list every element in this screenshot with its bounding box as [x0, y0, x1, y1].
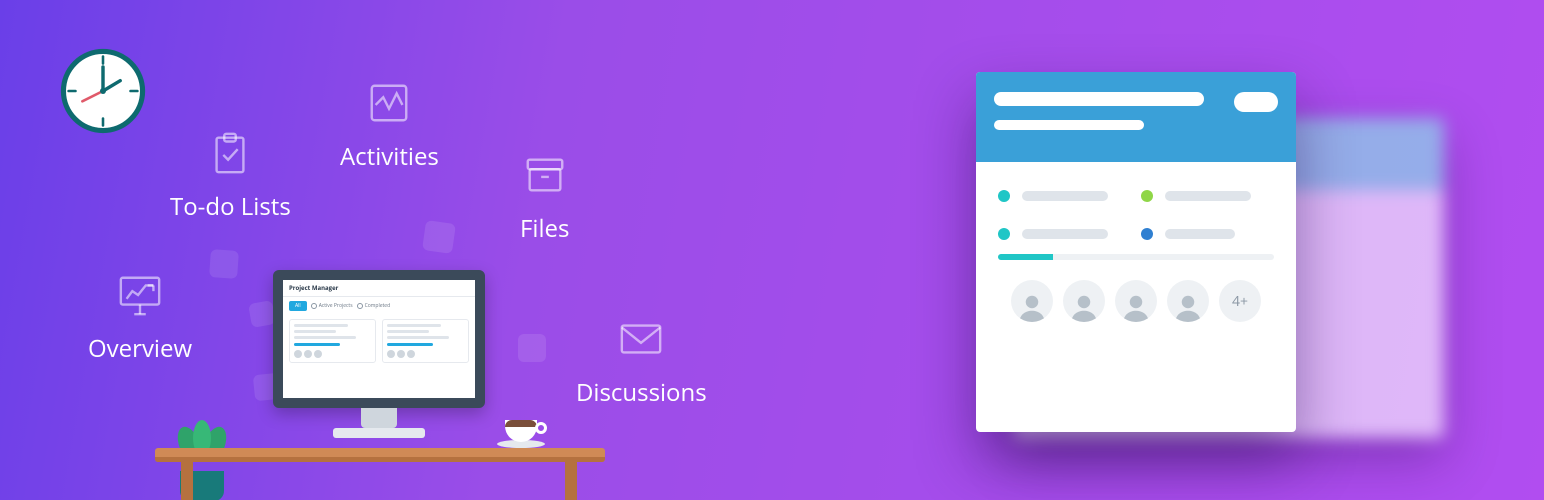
- coffee-cup: [505, 420, 545, 448]
- desk-leg: [565, 462, 577, 500]
- feature-todo-label: To-do Lists: [170, 190, 291, 223]
- feature-activities: Activities: [340, 80, 439, 173]
- avatar: [1167, 280, 1209, 322]
- feature-activities-label: Activities: [340, 140, 439, 173]
- project-badge-placeholder: [1234, 92, 1278, 112]
- decorative-square: [422, 220, 456, 254]
- desk-surface: [155, 448, 605, 462]
- progress-fill: [998, 254, 1053, 260]
- screen-chip-all: All: [289, 301, 307, 311]
- stat-item: [998, 228, 1131, 240]
- project-subtitle-placeholder: [994, 120, 1144, 130]
- avatar: [1011, 280, 1053, 322]
- screen-project-card: [289, 319, 376, 363]
- stat-line: [1022, 229, 1108, 239]
- stat-item: [998, 190, 1131, 202]
- screen-tab-completed: Completed: [357, 303, 391, 309]
- stat-line: [1022, 191, 1108, 201]
- clipboard-check-icon: [207, 130, 253, 176]
- desk-leg: [181, 462, 193, 500]
- screen-app-title: Project Manager: [283, 280, 475, 297]
- project-card: 4+: [976, 72, 1296, 432]
- stat-line: [1165, 229, 1235, 239]
- stat-line: [1165, 191, 1251, 201]
- screen-project-card: [382, 319, 469, 363]
- activity-icon: [366, 80, 412, 126]
- monitor: Project Manager All Active Projects Comp…: [273, 270, 485, 408]
- monitor-base: [333, 428, 425, 438]
- project-title-placeholder: [994, 92, 1204, 106]
- feature-todo: To-do Lists: [170, 130, 291, 223]
- clock-icon: [60, 48, 146, 134]
- feature-files-label: Files: [520, 212, 569, 245]
- stat-dot: [998, 190, 1010, 202]
- project-card-header: [976, 72, 1296, 162]
- stat-dot: [998, 228, 1010, 240]
- avatar-group: 4+: [998, 280, 1274, 322]
- screen-tab-active: Active Projects: [311, 303, 353, 309]
- avatar: [1115, 280, 1157, 322]
- avatar-more: 4+: [1219, 280, 1261, 322]
- stat-item: [1141, 228, 1274, 240]
- monitor-stand: [361, 408, 397, 428]
- monitor-screen: Project Manager All Active Projects Comp…: [283, 280, 475, 398]
- feature-files: Files: [520, 152, 569, 245]
- avatar: [1063, 280, 1105, 322]
- archive-icon: [522, 152, 568, 198]
- stat-dot: [1141, 190, 1153, 202]
- desk-illustration: Project Manager All Active Projects Comp…: [155, 270, 635, 500]
- stat-dot: [1141, 228, 1153, 240]
- progress-bar: [998, 254, 1274, 260]
- stat-item: [1141, 190, 1274, 202]
